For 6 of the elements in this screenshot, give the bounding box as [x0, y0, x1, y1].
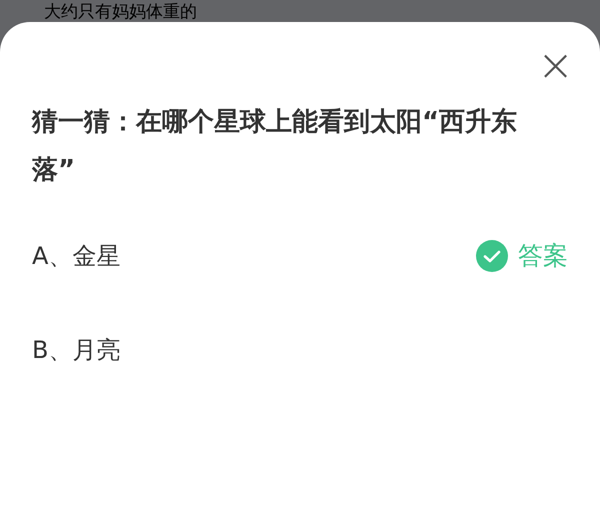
background-text: 大约只有妈妈体重的: [44, 2, 197, 22]
option-label[interactable]: A、金星: [32, 238, 120, 274]
answer-label: 答案: [518, 240, 568, 272]
option-label[interactable]: B、月亮: [32, 332, 120, 368]
close-button[interactable]: ×: [533, 44, 578, 88]
question-text: 猜一猜：在哪个星球上能看到太阳“西升东落”: [32, 106, 518, 187]
